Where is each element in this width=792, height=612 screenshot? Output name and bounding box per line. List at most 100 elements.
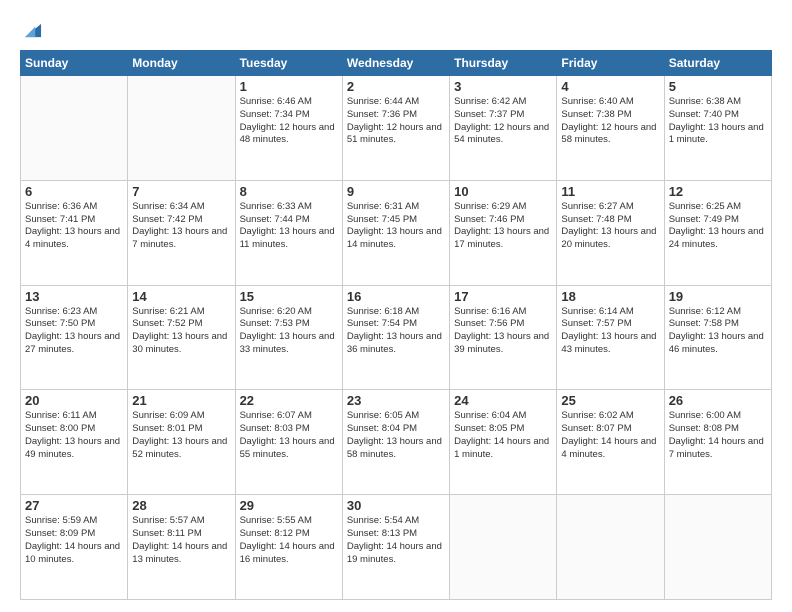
- calendar-cell: 26Sunrise: 6:00 AMSunset: 8:08 PMDayligh…: [664, 390, 771, 495]
- day-info: Sunrise: 6:21 AMSunset: 7:52 PMDaylight:…: [132, 306, 230, 357]
- calendar-header-friday: Friday: [557, 51, 664, 76]
- calendar-cell: 13Sunrise: 6:23 AMSunset: 7:50 PMDayligh…: [21, 285, 128, 390]
- calendar-week-3: 20 Sunrise: 6:11 AMSunset: 8:00 PMDayligh…: [21, 390, 772, 495]
- day-info-line: Sunrise: 6:04 AM: [454, 410, 526, 421]
- day-info-line: Sunrise: 5:55 AM: [240, 515, 312, 526]
- day-info-line: Sunrise: 6:09 AM: [132, 410, 204, 421]
- day-info-line: Sunset: 8:05 PM: [454, 423, 524, 434]
- calendar-week-2: 13Sunrise: 6:23 AMSunset: 7:50 PMDayligh…: [21, 285, 772, 390]
- day-info: Sunrise: 6:38 AMSunset: 7:40 PMDaylight:…: [669, 96, 767, 147]
- day-number: 19: [669, 289, 767, 304]
- day-info-line: Sunrise: 6:25 AM: [669, 201, 741, 212]
- day-info: Sunrise: 6:46 AMSunset: 7:34 PMDaylight:…: [240, 96, 338, 147]
- calendar-cell: 23Sunrise: 6:05 AMSunset: 8:04 PMDayligh…: [342, 390, 449, 495]
- day-number: 24: [454, 393, 552, 408]
- day-info-line: Sunrise: 6:29 AM: [454, 201, 526, 212]
- day-info-line: Sunset: 7:44 PM: [240, 214, 310, 225]
- day-number: 3: [454, 79, 552, 94]
- day-number: 7: [132, 184, 230, 199]
- day-info-line: Daylight: 14 hours and 13 minutes.: [132, 541, 227, 565]
- day-info: Sunrise: 6:11 AMSunset: 8:00 PMDaylight:…: [25, 410, 123, 461]
- day-info-line: Sunrise: 5:54 AM: [347, 515, 419, 526]
- day-info-line: Sunrise: 6:34 AM: [132, 201, 204, 212]
- day-info-line: Sunset: 7:45 PM: [347, 214, 417, 225]
- day-info-line: Sunrise: 6:18 AM: [347, 306, 419, 317]
- calendar-header-saturday: Saturday: [664, 51, 771, 76]
- day-info-line: Sunset: 8:09 PM: [25, 528, 95, 539]
- day-number: 1: [240, 79, 338, 94]
- day-info-line: Daylight: 13 hours and 58 minutes.: [347, 436, 442, 460]
- day-info-line: Sunrise: 6:36 AM: [25, 201, 97, 212]
- calendar-cell: 16Sunrise: 6:18 AMSunset: 7:54 PMDayligh…: [342, 285, 449, 390]
- day-info-line: Sunrise: 6:40 AM: [561, 96, 633, 107]
- day-info-line: Sunset: 7:58 PM: [669, 318, 739, 329]
- day-info-line: Sunrise: 6:20 AM: [240, 306, 312, 317]
- day-info-line: Sunset: 8:12 PM: [240, 528, 310, 539]
- day-number: 21: [132, 393, 230, 408]
- calendar-cell: 7 Sunrise: 6:34 AM Sunset: 7:42 PMDaylight…: [128, 180, 235, 285]
- calendar-cell: [21, 76, 128, 181]
- day-info-line: Sunrise: 5:59 AM: [25, 515, 97, 526]
- calendar-cell: 1 Sunrise: 6:46 AMSunset: 7:34 PMDaylight…: [235, 76, 342, 181]
- day-info-line: Daylight: 13 hours and 46 minutes.: [669, 331, 764, 355]
- calendar-cell: [450, 495, 557, 600]
- day-info-line: Sunrise: 6:27 AM: [561, 201, 633, 212]
- calendar-week-4: 27 Sunrise: 5:59 AM Sunset: 8:09 PM Dayligh…: [21, 495, 772, 600]
- day-info-line: Sunset: 7:37 PM: [454, 109, 524, 120]
- day-info: Sunrise: 6:34 AM Sunset: 7:42 PMDaylight:…: [132, 201, 230, 252]
- day-number: 4: [561, 79, 659, 94]
- calendar-header-tuesday: Tuesday: [235, 51, 342, 76]
- day-info-line: Daylight: 12 hours and 54 minutes.: [454, 122, 549, 146]
- day-info: Sunrise: 6:31 AM Sunset: 7:45 PMDaylight:…: [347, 201, 445, 252]
- header: [20, 18, 772, 40]
- calendar-cell: 4Sunrise: 6:40 AMSunset: 7:38 PMDaylight…: [557, 76, 664, 181]
- day-number: 9: [347, 184, 445, 199]
- day-info: Sunrise: 6:29 AMSunset: 7:46 PMDaylight:…: [454, 201, 552, 252]
- day-info: Sunrise: 6:04 AM Sunset: 8:05 PM Daylight:…: [454, 410, 552, 461]
- day-info-line: Daylight: 13 hours and 14 minutes.: [347, 226, 442, 250]
- calendar-cell: 3 Sunrise: 6:42 AMSunset: 7:37 PMDaylight…: [450, 76, 557, 181]
- day-info-line: Sunrise: 6:12 AM: [669, 306, 741, 317]
- calendar-cell: 30Sunrise: 5:54 AMSunset: 8:13 PMDayligh…: [342, 495, 449, 600]
- day-number: 29: [240, 498, 338, 513]
- day-number: 6: [25, 184, 123, 199]
- day-info-line: Daylight: 13 hours and 49 minutes.: [25, 436, 120, 460]
- day-info-line: Sunset: 8:13 PM: [347, 528, 417, 539]
- day-info-line: Sunrise: 6:16 AM: [454, 306, 526, 317]
- day-info-line: Daylight: 14 hours and 1 minute.: [454, 436, 549, 460]
- calendar-header-wednesday: Wednesday: [342, 51, 449, 76]
- calendar-cell: 28Sunrise: 5:57 AMSunset: 8:11 PMDayligh…: [128, 495, 235, 600]
- day-number: 11: [561, 184, 659, 199]
- day-number: 14: [132, 289, 230, 304]
- day-info-line: Sunset: 7:40 PM: [669, 109, 739, 120]
- day-number: 16: [347, 289, 445, 304]
- day-number: 28: [132, 498, 230, 513]
- day-info-line: Sunrise: 6:31 AM: [347, 201, 419, 212]
- logo: [20, 18, 44, 40]
- day-info-line: Sunrise: 6:05 AM: [347, 410, 419, 421]
- calendar-cell: [557, 495, 664, 600]
- logo-icon: [22, 18, 44, 40]
- day-info-line: Daylight: 13 hours and 4 minutes.: [25, 226, 120, 250]
- calendar-header-thursday: Thursday: [450, 51, 557, 76]
- day-number: 20: [25, 393, 123, 408]
- day-info-line: Daylight: 13 hours and 27 minutes.: [25, 331, 120, 355]
- day-info-line: Daylight: 13 hours and 7 minutes.: [132, 226, 227, 250]
- calendar-cell: 14 Sunrise: 6:21 AMSunset: 7:52 PMDayligh…: [128, 285, 235, 390]
- calendar-cell: 29Sunrise: 5:55 AMSunset: 8:12 PMDayligh…: [235, 495, 342, 600]
- day-number: 27: [25, 498, 123, 513]
- day-info: Sunrise: 6:42 AMSunset: 7:37 PMDaylight:…: [454, 96, 552, 147]
- day-info-line: Sunset: 7:38 PM: [561, 109, 631, 120]
- day-info: Sunrise: 6:09 AMSunset: 8:01 PMDaylight:…: [132, 410, 230, 461]
- day-info: Sunrise: 6:12 AMSunset: 7:58 PM Daylight:…: [669, 306, 767, 357]
- day-info-line: Sunrise: 6:02 AM: [561, 410, 633, 421]
- day-info-line: Sunset: 7:42 PM: [132, 214, 202, 225]
- calendar-header-row: SundayMondayTuesdayWednesdayThursdayFrid…: [21, 51, 772, 76]
- day-info-line: Sunrise: 6:14 AM: [561, 306, 633, 317]
- calendar-cell: 21 Sunrise: 6:09 AMSunset: 8:01 PMDayligh…: [128, 390, 235, 495]
- day-number: 5: [669, 79, 767, 94]
- day-number: 8: [240, 184, 338, 199]
- day-number: 22: [240, 393, 338, 408]
- day-info-line: Sunset: 8:03 PM: [240, 423, 310, 434]
- day-info: Sunrise: 6:36 AMSunset: 7:41 PMDaylight:…: [25, 201, 123, 252]
